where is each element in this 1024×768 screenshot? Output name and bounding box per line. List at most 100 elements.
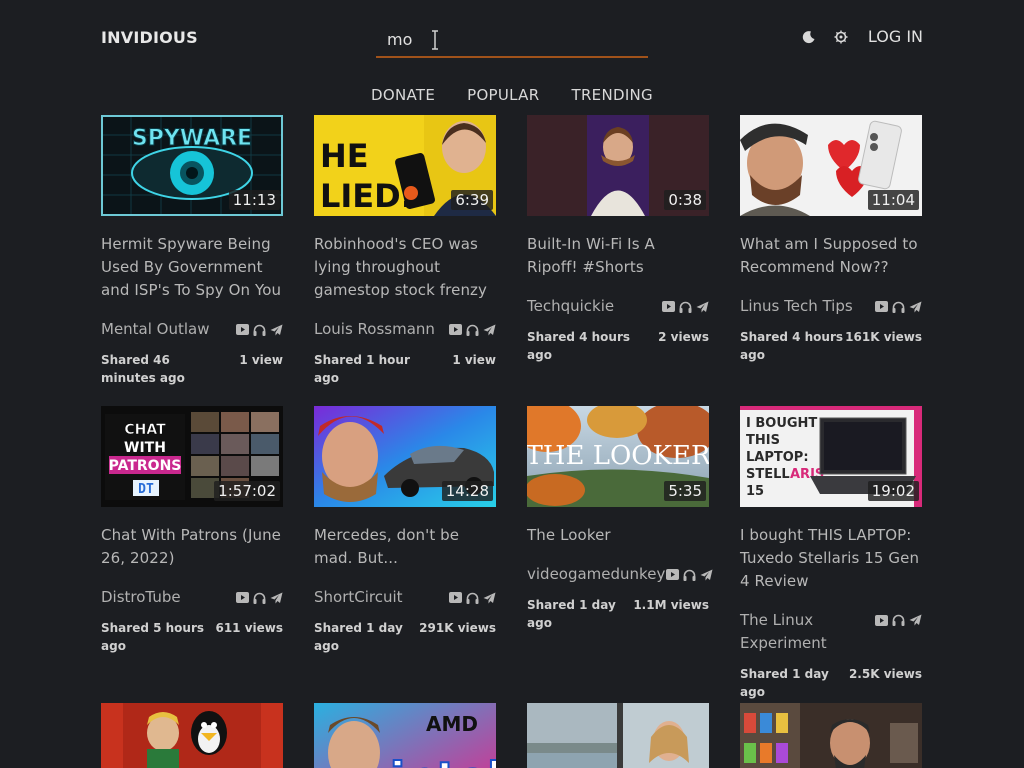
video-thumbnail[interactable]: THE LOOKER 5:35 [527, 406, 709, 507]
text-cursor-icon [432, 30, 438, 50]
youtube-icon[interactable] [874, 613, 888, 627]
video-card [527, 703, 709, 768]
channel-name[interactable]: Mental Outlaw [101, 318, 210, 341]
video-card: THE LOOKER 5:35 The Looker videogamedunk… [527, 406, 713, 703]
view-count: 291K views [419, 621, 496, 635]
video-title[interactable]: The Looker [527, 524, 709, 547]
svg-text:DT: DT [138, 482, 154, 497]
lake-thumbnail[interactable] [527, 703, 709, 768]
channel-name[interactable]: Techquickie [527, 295, 614, 318]
view-count: 2.5K views [848, 667, 922, 681]
gear-icon[interactable] [832, 28, 850, 46]
video-card: 0:38 Built-In Wi-Fi Is A Ripoff! #Shorts… [527, 115, 709, 406]
headphones-icon[interactable] [682, 568, 696, 582]
thumb-text: SPYWARE [132, 126, 252, 151]
youtube-icon[interactable] [235, 323, 249, 337]
svg-text:LIED.: LIED. [320, 177, 413, 215]
headphones-icon[interactable] [465, 591, 479, 605]
video-title[interactable]: I bought THIS LAPTOP: Tuxedo Stellaris 1… [740, 524, 922, 593]
video-thumbnail[interactable]: I BOUGHT THIS LAPTOP: STELL ARIS 15 19:0… [740, 406, 922, 507]
plane-icon[interactable] [269, 323, 283, 337]
brand-logo[interactable]: INVIDIOUS [101, 28, 198, 47]
svg-text:THIS: THIS [746, 433, 780, 448]
video-card: 14:28 Mercedes, don't be mad. But... Sho… [314, 406, 496, 703]
view-count: 611 views [215, 621, 283, 635]
view-count: 161K views [845, 330, 922, 344]
video-grid: SPYWARE 11:13 Hermit Spyware Being Used … [101, 115, 923, 768]
svg-text:STELL: STELL [746, 467, 790, 482]
headphones-icon[interactable] [252, 591, 266, 605]
plane-icon[interactable] [482, 591, 496, 605]
video-thumbnail[interactable]: SPYWARE 11:13 [101, 115, 283, 216]
headphones-icon[interactable] [891, 300, 905, 314]
youtube-icon[interactable] [448, 323, 462, 337]
view-count: 1 view [239, 353, 283, 367]
nav-popular[interactable]: POPULAR [467, 86, 539, 104]
plane-icon[interactable] [699, 568, 713, 582]
video-card: 11:04 What am I Supposed to Recommend No… [740, 115, 922, 406]
plane-icon[interactable] [269, 591, 283, 605]
channel-name[interactable]: Linus Tech Tips [740, 295, 853, 318]
headphones-icon[interactable] [891, 613, 905, 627]
shared-time: Shared 4 hours ago [527, 330, 631, 362]
headphones-icon[interactable] [465, 323, 479, 337]
nav-trending[interactable]: TRENDING [571, 86, 653, 104]
view-count: 1.1M views [633, 598, 709, 612]
svg-text:LAPTOP:: LAPTOP: [746, 450, 809, 465]
video-duration: 6:39 [451, 190, 493, 210]
channel-name[interactable]: ShortCircuit [314, 586, 403, 609]
channel-name[interactable]: DistroTube [101, 586, 181, 609]
plane-icon[interactable] [695, 300, 709, 314]
headphones-icon[interactable] [678, 300, 692, 314]
video-duration: 14:28 [441, 481, 493, 501]
linux-tux-thumbnail[interactable] [101, 703, 283, 768]
youtube-icon[interactable] [235, 591, 249, 605]
video-duration: 0:38 [664, 190, 706, 210]
video-title[interactable]: Robinhood's CEO was lying throughout gam… [314, 233, 496, 302]
nav-donate[interactable]: DONATE [371, 86, 435, 104]
video-card: HE LIED. 6:39 Robinhood's CEO was lying … [314, 115, 496, 406]
youtube-icon[interactable] [874, 300, 888, 314]
video-title[interactable]: Chat With Patrons (June 26, 2022) [101, 524, 283, 570]
amd-intel-thumbnail[interactable]: AMD intel [314, 703, 496, 768]
plane-icon[interactable] [908, 300, 922, 314]
svg-text:HE: HE [320, 137, 369, 175]
youtube-icon[interactable] [448, 591, 462, 605]
video-duration: 19:02 [867, 481, 919, 501]
main-nav: DONATE POPULAR TRENDING [0, 86, 1024, 104]
plane-icon[interactable] [482, 323, 496, 337]
svg-text:I BOUGHT: I BOUGHT [746, 416, 817, 431]
search-box[interactable] [376, 24, 648, 58]
video-thumbnail[interactable]: 11:04 [740, 115, 922, 216]
video-title[interactable]: Built-In Wi-Fi Is A Ripoff! #Shorts [527, 233, 709, 279]
login-link[interactable]: LOG IN [868, 27, 923, 46]
video-title[interactable]: Mercedes, don't be mad. But... [314, 524, 496, 570]
video-card: AMD intel [314, 703, 496, 768]
search-input[interactable] [376, 24, 648, 54]
shared-time: Shared 1 day ago [527, 598, 616, 630]
channel-name[interactable]: The Linux Experiment [740, 609, 860, 655]
channel-name[interactable]: videogamedunkey [527, 563, 665, 586]
video-thumbnail[interactable]: 14:28 [314, 406, 496, 507]
youtube-icon[interactable] [661, 300, 675, 314]
video-title[interactable]: What am I Supposed to Recommend Now?? [740, 233, 922, 279]
moon-icon[interactable] [800, 28, 818, 46]
video-thumbnail[interactable]: CHAT WITH PATRONS DT 1:57:02 [101, 406, 283, 507]
video-thumbnail[interactable]: HE LIED. 6:39 [314, 115, 496, 216]
video-title[interactable]: Hermit Spyware Being Used By Government … [101, 233, 283, 302]
plane-icon[interactable] [908, 613, 922, 627]
channel-name[interactable]: Louis Rossmann [314, 318, 435, 341]
top-bar: INVIDIOUS LOG IN [0, 0, 1024, 70]
video-duration: 5:35 [664, 481, 706, 501]
headphones-icon[interactable] [252, 323, 266, 337]
youtube-icon[interactable] [665, 568, 679, 582]
shelf-thumbnail[interactable] [740, 703, 922, 768]
shared-time: Shared 4 hours ago [740, 330, 844, 362]
shared-time: Shared 46 minutes ago [101, 353, 185, 385]
video-duration: 11:04 [867, 190, 919, 210]
svg-text:AMD: AMD [426, 712, 478, 736]
svg-text:CHAT: CHAT [124, 422, 166, 438]
svg-text:THE LOOKER: THE LOOKER [527, 441, 709, 471]
video-thumbnail[interactable]: 0:38 [527, 115, 709, 216]
shared-time: Shared 1 day ago [740, 667, 829, 699]
